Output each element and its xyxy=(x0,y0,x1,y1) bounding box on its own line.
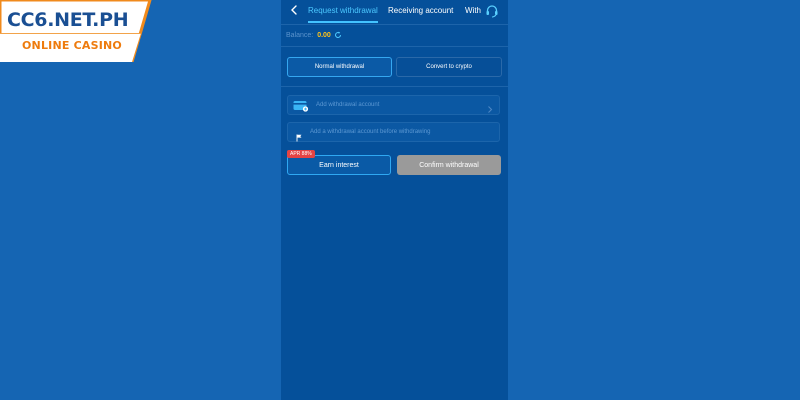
normal-withdrawal-label: Normal withdrawal xyxy=(314,64,365,70)
tab-receiving-account[interactable]: Receiving account xyxy=(388,6,453,15)
convert-to-crypto-label: Convert to crypto xyxy=(426,64,472,70)
tab-request-withdrawal[interactable]: Request withdrawal xyxy=(308,6,378,23)
chevron-right-icon xyxy=(486,101,494,119)
chevron-left-icon[interactable] xyxy=(287,3,301,17)
balance-row: Balance: 0.00 xyxy=(286,31,342,41)
tab-label: Request withdrawal xyxy=(308,6,378,15)
brand-logo: CC6.NET.PH ONLINE CASINO xyxy=(0,0,152,62)
add-withdrawal-account-label: Add withdrawal account xyxy=(316,102,380,108)
top-nav: Request withdrawal Receiving account Wit… xyxy=(281,0,508,25)
tab-label: Receiving account xyxy=(388,6,454,15)
normal-withdrawal-button[interactable]: Normal withdrawal xyxy=(287,57,392,77)
confirm-withdrawal-button[interactable]: Confirm withdrawal xyxy=(397,155,501,175)
headset-icon[interactable] xyxy=(485,4,499,18)
balance-value: 0.00 xyxy=(317,32,331,39)
withdrawal-hint-text: Add a withdrawal account before withdraw… xyxy=(310,129,431,135)
section-divider xyxy=(281,46,508,47)
refresh-icon[interactable] xyxy=(334,31,342,41)
card-icon xyxy=(293,99,309,117)
brand-subtitle: ONLINE CASINO xyxy=(22,39,122,52)
brand-title: CC6.NET.PH xyxy=(7,9,129,31)
tab-active-underline xyxy=(308,21,378,23)
tab-with[interactable]: With xyxy=(465,6,481,15)
withdrawal-hint-row: Add a withdrawal account before withdraw… xyxy=(287,122,500,142)
convert-to-crypto-button[interactable]: Convert to crypto xyxy=(396,57,502,77)
section-divider xyxy=(281,86,508,87)
balance-label: Balance: xyxy=(286,32,314,39)
add-withdrawal-account-row[interactable]: Add withdrawal account xyxy=(287,95,500,115)
flag-icon xyxy=(296,129,303,147)
earn-interest-button[interactable]: Earn interest xyxy=(287,155,391,175)
apr-badge: APR 88% xyxy=(287,150,315,158)
earn-interest-label: Earn interest xyxy=(319,161,359,169)
withdrawal-panel: Request withdrawal Receiving account Wit… xyxy=(281,0,508,400)
confirm-withdrawal-label: Confirm withdrawal xyxy=(419,161,479,169)
tab-label: With xyxy=(465,6,481,15)
